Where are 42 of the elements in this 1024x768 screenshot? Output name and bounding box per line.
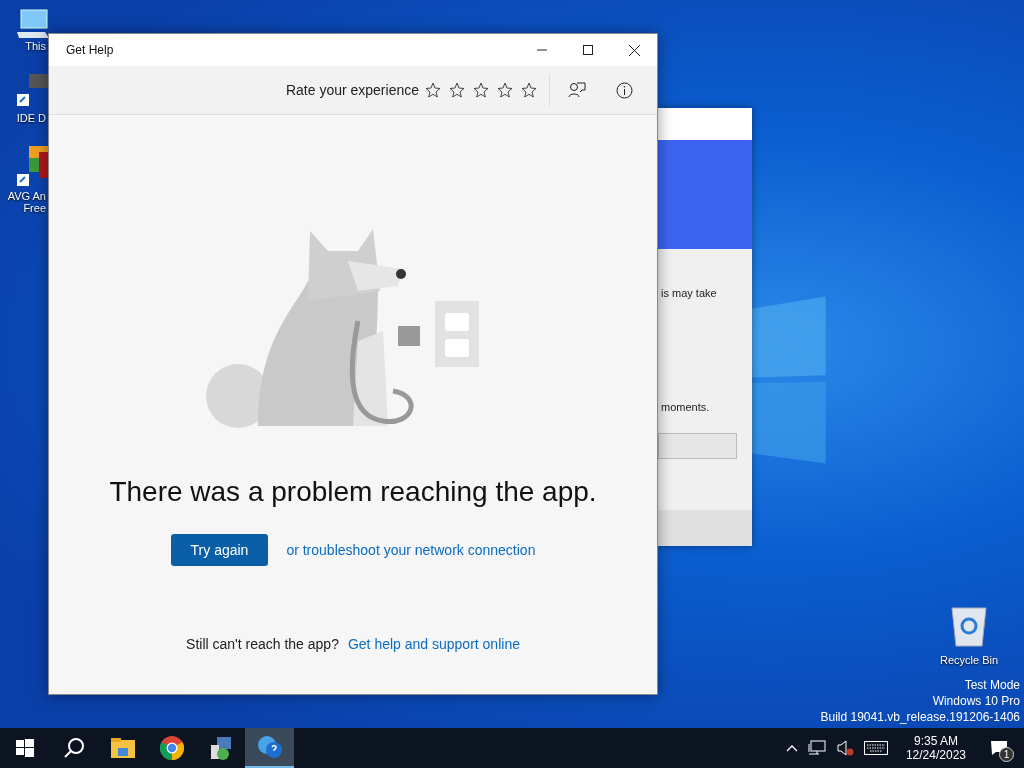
clock-time: 9:35 AM <box>913 734 958 748</box>
browser-logo-icon <box>159 736 184 760</box>
clock-date: 12/24/2023 <box>905 748 966 762</box>
desktop-icon-label: Free <box>23 202 46 214</box>
computer-icon[interactable] <box>15 8 51 40</box>
troubleshoot-link[interactable]: or troubleshoot your network connection <box>286 542 536 558</box>
folder-icon <box>110 738 135 758</box>
star-icon[interactable] <box>497 82 513 98</box>
desktop-icon-label: IDE D <box>16 112 46 124</box>
error-heading: There was a problem reaching the app. <box>109 476 597 508</box>
star-icon[interactable] <box>449 82 465 98</box>
desktop-icon-label: Recycle Bin <box>940 654 999 666</box>
try-again-button[interactable]: Try again <box>170 534 269 566</box>
star-icon[interactable] <box>473 82 489 98</box>
network-icon[interactable] <box>807 740 826 756</box>
info-icon[interactable] <box>616 81 633 99</box>
chevron-up-icon[interactable] <box>785 744 798 752</box>
notification-count: 1 <box>999 747 1014 762</box>
recycle-bin-icon[interactable] <box>950 604 989 648</box>
help-icon <box>256 735 283 759</box>
close-icon <box>628 44 640 56</box>
feedback-icon[interactable] <box>568 81 586 99</box>
speaker-icon[interactable] <box>835 740 854 756</box>
star-icon[interactable] <box>521 82 537 98</box>
desktop-icon-label: This <box>25 40 46 52</box>
watermark-text: Windows 10 Pro <box>932 694 1020 708</box>
window-text: is may take <box>661 287 717 299</box>
window-title: Get Help <box>66 43 114 57</box>
input-field[interactable] <box>658 433 737 459</box>
window-text: moments. <box>661 401 710 413</box>
rating-label: Rate your experience <box>285 82 419 98</box>
footer-text: Still can't reach the app? <box>186 636 339 652</box>
clock[interactable]: 9:35 AM 12/24/2023 <box>905 734 966 762</box>
star-icon[interactable] <box>425 82 441 98</box>
watermark-text: Test Mode <box>964 678 1020 692</box>
watermark-text: Build 19041.vb_release.191206-1406 <box>820 710 1020 724</box>
desktop-icon-label: AVG An <box>7 190 46 202</box>
windows-logo-icon <box>15 739 34 757</box>
maximize-icon <box>583 45 593 55</box>
keyboard-icon[interactable] <box>863 741 888 755</box>
support-link[interactable]: Get help and support online <box>347 636 520 652</box>
search-icon <box>62 737 85 759</box>
